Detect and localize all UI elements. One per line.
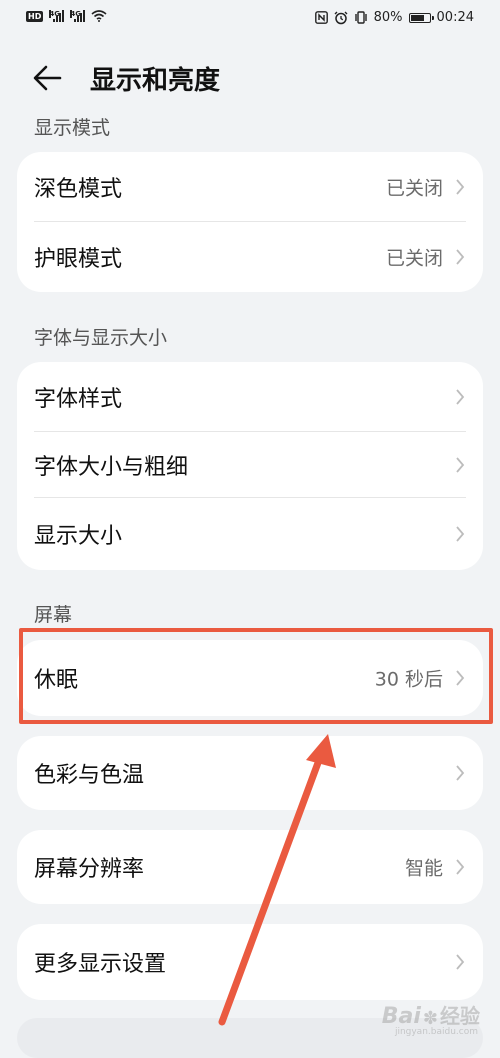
setting-label: 更多显示设置 — [34, 952, 167, 977]
alarm-icon — [334, 11, 348, 24]
paw-icon: ✽ — [422, 1008, 438, 1029]
setting-label: 字体大小与粗细 — [34, 455, 189, 480]
setting-row-color-temperature[interactable]: 色彩与色温 — [17, 736, 483, 810]
watermark-logo: Bai ✽ 经验 jingyan.baidu.com — [381, 1000, 480, 1037]
setting-row-more-display[interactable]: 更多显示设置 — [17, 924, 483, 1000]
setting-row-eye-comfort[interactable]: 护眼模式 已关闭 — [17, 222, 483, 292]
setting-label: 字体样式 — [34, 387, 123, 412]
setting-row-font-style[interactable]: 字体样式 — [17, 362, 483, 432]
watermark-cn: 经验 — [440, 1004, 480, 1028]
setting-value: 已关闭 — [385, 247, 443, 270]
setting-label: 屏幕分辨率 — [34, 857, 145, 882]
setting-row-resolution[interactable]: 屏幕分辨率 智能 — [17, 830, 483, 904]
top-app-bar: 显示和亮度 — [0, 52, 500, 104]
signal-sim2-icon: 4G — [70, 10, 86, 22]
setting-row-display-size[interactable]: 显示大小 — [17, 498, 483, 570]
card-resolution: 屏幕分辨率 智能 — [17, 830, 483, 904]
card-font-size: 字体样式 字体大小与粗细 显示大小 — [17, 362, 483, 570]
vibrate-icon — [354, 11, 367, 24]
chevron-right-icon — [456, 859, 465, 875]
battery-percent: 80% — [373, 10, 403, 25]
setting-value: 已关闭 — [385, 177, 443, 200]
setting-label: 护眼模式 — [34, 247, 123, 272]
chevron-right-icon — [456, 954, 465, 970]
chevron-right-icon — [456, 526, 465, 542]
setting-value: 智能 — [404, 857, 443, 880]
chevron-right-icon — [456, 249, 465, 265]
card-more-display: 更多显示设置 — [17, 924, 483, 1000]
arrow-left-icon[interactable] — [30, 62, 66, 94]
sim1-generation: 4G — [49, 10, 60, 18]
chevron-right-icon — [456, 765, 465, 781]
clock: 00:24 — [436, 10, 474, 25]
watermark-url: jingyan.baidu.com — [394, 1027, 478, 1037]
hd-badge: HD — [26, 10, 44, 22]
nfc-icon — [314, 11, 328, 24]
setting-row-dark-mode[interactable]: 深色模式 已关闭 — [17, 152, 483, 222]
chevron-right-icon — [456, 389, 465, 405]
setting-row-font-size-weight[interactable]: 字体大小与粗细 — [17, 432, 483, 498]
card-display-mode: 深色模式 已关闭 护眼模式 已关闭 — [17, 152, 483, 292]
status-left: HD 4G 4G — [26, 10, 107, 22]
setting-label: 色彩与色温 — [34, 763, 145, 788]
status-right: 80% 00:24 — [314, 10, 474, 25]
page-title: 显示和亮度 — [90, 66, 221, 96]
section-label-font-size: 字体与显示大小 — [34, 327, 168, 349]
status-bar: HD 4G 4G 80% 00:24 — [0, 0, 500, 38]
annotation-highlight-box — [19, 628, 493, 724]
wifi-icon — [91, 10, 107, 22]
chevron-right-icon — [456, 179, 465, 195]
watermark-brand: Bai — [381, 1004, 421, 1029]
battery-icon — [408, 12, 434, 23]
chevron-right-icon — [456, 457, 465, 473]
section-label-display-mode: 显示模式 — [34, 117, 111, 139]
signal-sim1-icon: 4G — [49, 10, 65, 22]
setting-label: 显示大小 — [34, 524, 123, 549]
section-label-screen: 屏幕 — [34, 604, 73, 626]
card-color-temperature: 色彩与色温 — [17, 736, 483, 810]
sim2-generation: 4G — [70, 10, 81, 18]
setting-label: 深色模式 — [34, 177, 123, 202]
